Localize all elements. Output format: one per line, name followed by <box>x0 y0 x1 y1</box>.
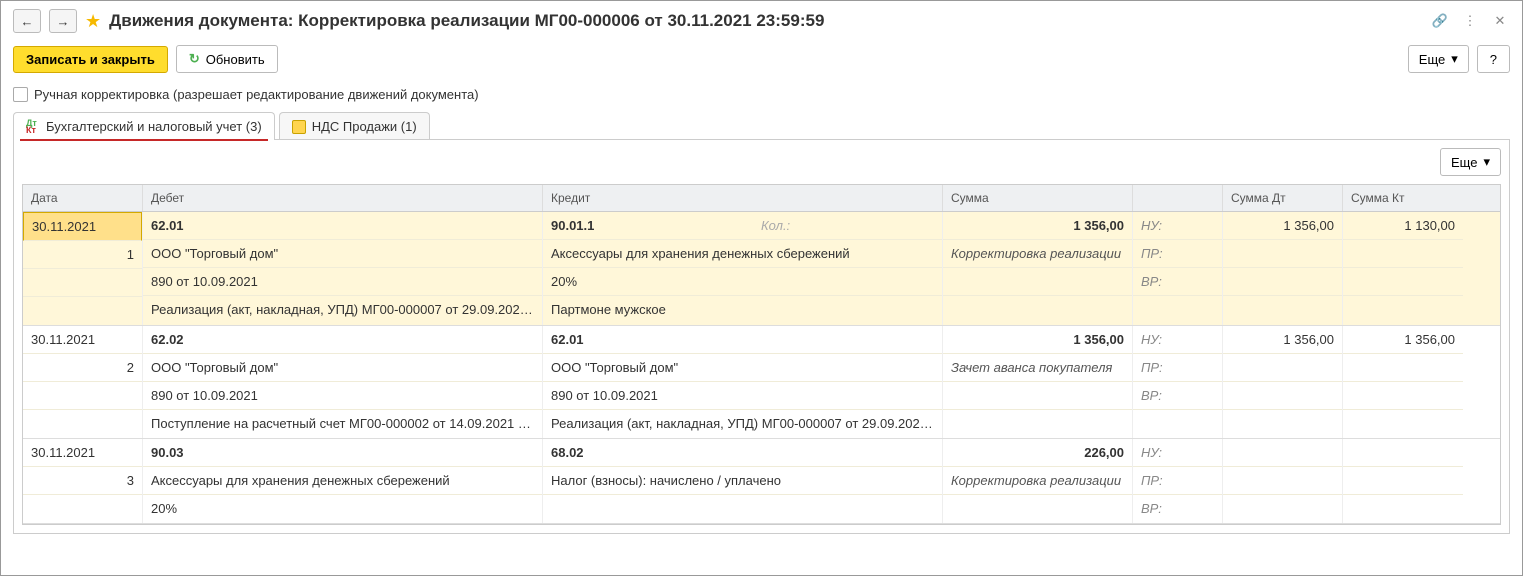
cell-credit-acc: 90.01.1 <box>551 218 651 233</box>
header-credit[interactable]: Кредит <box>543 185 943 211</box>
page-title: Движения документа: Корректировка реализ… <box>109 11 824 31</box>
manual-edit-label: Ручная корректировка (разрешает редактир… <box>34 87 479 102</box>
header-sum[interactable]: Сумма <box>943 185 1133 211</box>
manual-edit-checkbox[interactable] <box>13 87 28 102</box>
cell-idx: 3 <box>23 467 142 495</box>
cell-sum: 226,00 <box>943 439 1132 467</box>
more-label: Еще <box>1419 52 1445 67</box>
cell-debit-sub2: 20% <box>143 495 542 523</box>
cell-sumkt-nu: 1 356,00 <box>1343 326 1463 354</box>
refresh-icon: ↻ <box>189 51 200 67</box>
grid-header: Дата Дебет Кредит Сумма Сумма Дт Сумма К… <box>23 185 1500 212</box>
more-label-2: Еще <box>1451 155 1477 170</box>
movements-grid: Дата Дебет Кредит Сумма Сумма Дт Сумма К… <box>22 184 1501 525</box>
ind-vr: ВР: <box>1133 382 1222 410</box>
cell-sum-desc: Корректировка реализации <box>943 240 1132 268</box>
ind-vr: ВР: <box>1133 268 1222 296</box>
help-button[interactable]: ? <box>1477 45 1510 73</box>
cell-date: 30.11.2021 <box>23 212 142 241</box>
cell-credit-sub2: 890 от 10.09.2021 <box>543 382 942 410</box>
grid-row[interactable]: 30.11.2021 1 62.01 ООО "Торговый дом" 89… <box>23 212 1500 326</box>
header-sumkt[interactable]: Сумма Кт <box>1343 185 1463 211</box>
cell-debit-acc: 90.03 <box>143 439 542 467</box>
tab-vat[interactable]: НДС Продажи (1) <box>279 112 430 140</box>
cell-debit-sub3: Поступление на расчетный счет МГ00-00000… <box>143 410 542 438</box>
cell-debit-sub1: Аксессуары для хранения денежных сбереже… <box>143 467 542 495</box>
ind-nu: НУ: <box>1133 212 1222 240</box>
ind-nu: НУ: <box>1133 439 1222 467</box>
cell-sum-desc: Корректировка реализации <box>943 467 1132 495</box>
cell-debit-sub2: 890 от 10.09.2021 <box>143 382 542 410</box>
cell-sumkt-nu <box>1343 439 1463 467</box>
nav-forward-button[interactable]: → <box>49 9 77 33</box>
grid-row[interactable]: 30.11.2021 3 90.03 Аксессуары для хранен… <box>23 439 1500 524</box>
cell-credit-sub1: ООО "Торговый дом" <box>543 354 942 382</box>
cell-sum-desc: Зачет аванса покупателя <box>943 354 1132 382</box>
cell-idx: 1 <box>23 241 142 269</box>
ind-nu: НУ: <box>1133 326 1222 354</box>
nav-back-button[interactable]: ← <box>13 9 41 33</box>
cell-date: 30.11.2021 <box>23 326 142 354</box>
cell-credit-sub1: Налог (взносы): начислено / уплачено <box>543 467 942 495</box>
cell-debit-acc: 62.02 <box>143 326 542 354</box>
ind-pr: ПР: <box>1133 240 1222 268</box>
cell-sum: 1 356,00 <box>943 212 1132 240</box>
cell-credit-sub1: Аксессуары для хранения денежных сбереже… <box>543 240 942 268</box>
cell-debit-acc: 62.01 <box>151 218 251 233</box>
header-debit[interactable]: Дебет <box>143 185 543 211</box>
ind-pr: ПР: <box>1133 354 1222 382</box>
cell-sumdt-nu: 1 356,00 <box>1223 326 1342 354</box>
cell-credit-acc: 68.02 <box>543 439 942 467</box>
kebab-menu-icon[interactable]: ⋮ <box>1460 11 1480 31</box>
chevron-down-icon: ▾ <box>1451 51 1458 67</box>
kol-label: Кол.: <box>651 218 790 233</box>
cell-debit-sub2: 890 от 10.09.2021 <box>143 268 542 296</box>
ind-pr: ПР: <box>1133 467 1222 495</box>
cell-debit-sub3: Реализация (акт, накладная, УПД) МГ00-00… <box>143 296 542 324</box>
tab-accounting[interactable]: ДтКт Бухгалтерский и налоговый учет (3) <box>13 112 275 140</box>
refresh-label: Обновить <box>206 52 265 67</box>
more-button-2[interactable]: Еще ▾ <box>1440 148 1501 176</box>
tab-vat-label: НДС Продажи (1) <box>312 119 417 134</box>
cell-sum: 1 356,00 <box>943 326 1132 354</box>
ind-vr: ВР: <box>1133 495 1222 523</box>
accounting-icon: ДтКт <box>26 120 40 134</box>
cell-credit-sub3: Партмоне мужское <box>543 296 942 324</box>
header-ind[interactable] <box>1133 185 1223 211</box>
cell-credit-sub3: Реализация (акт, накладная, УПД) МГ00-00… <box>543 410 942 438</box>
cell-sumkt-nu: 1 130,00 <box>1343 212 1463 240</box>
more-button-1[interactable]: Еще ▾ <box>1408 45 1469 73</box>
grid-row[interactable]: 30.11.2021 2 62.02 ООО "Торговый дом" 89… <box>23 326 1500 439</box>
header-sumdt[interactable]: Сумма Дт <box>1223 185 1343 211</box>
cell-debit-sub1: ООО "Торговый дом" <box>143 240 542 268</box>
link-icon[interactable]: 🔗 <box>1430 11 1450 31</box>
vat-icon <box>292 120 306 134</box>
close-icon[interactable]: ✕ <box>1490 11 1510 31</box>
save-close-button[interactable]: Записать и закрыть <box>13 46 168 73</box>
cell-sumdt-nu <box>1223 439 1342 467</box>
cell-credit-sub2: 20% <box>543 268 942 296</box>
header-date[interactable]: Дата <box>23 185 143 211</box>
cell-date: 30.11.2021 <box>23 439 142 467</box>
refresh-button[interactable]: ↻ Обновить <box>176 45 278 73</box>
chevron-down-icon-2: ▾ <box>1483 154 1490 170</box>
cell-credit-acc: 62.01 <box>543 326 942 354</box>
cell-debit-sub1: ООО "Торговый дом" <box>143 354 542 382</box>
cell-sumdt-nu: 1 356,00 <box>1223 212 1342 240</box>
tab-accounting-label: Бухгалтерский и налоговый учет (3) <box>46 119 262 134</box>
star-icon[interactable]: ★ <box>85 11 101 32</box>
cell-idx: 2 <box>23 354 142 382</box>
